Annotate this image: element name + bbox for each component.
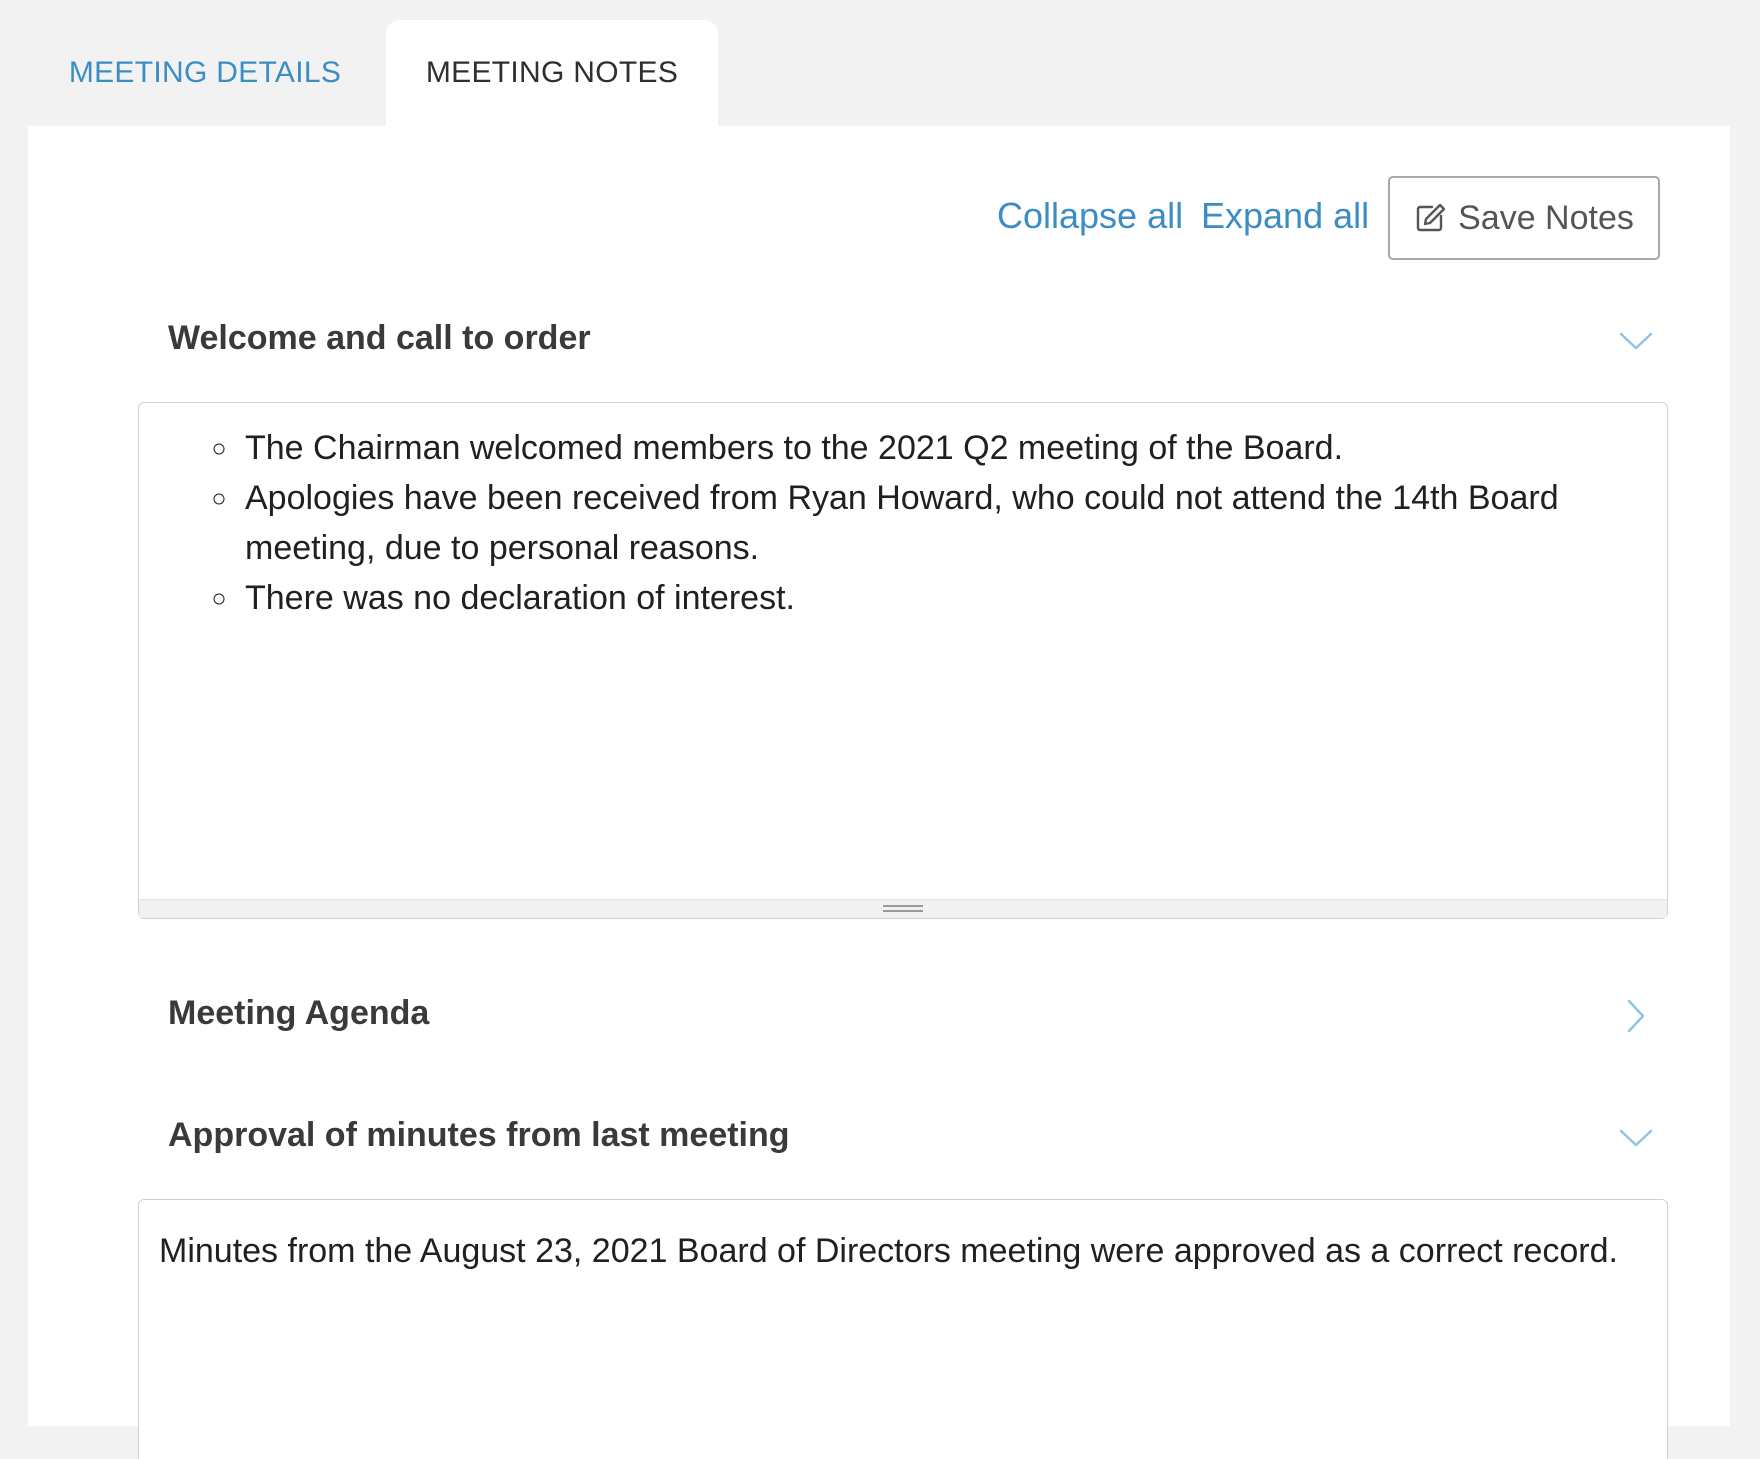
chevron-right-icon[interactable]	[1618, 998, 1654, 1034]
section-title: Approval of minutes from last meeting	[168, 1116, 790, 1154]
expand-all-link[interactable]: Expand all	[1201, 195, 1369, 237]
section-title: Meeting Agenda	[168, 994, 430, 1032]
edit-icon	[1414, 202, 1446, 234]
section-header-approval[interactable]: Approval of minutes from last meeting	[168, 1098, 1654, 1178]
resize-grip-icon	[883, 905, 923, 912]
list-item: The Chairman welcomed members to the 202…	[241, 423, 1607, 473]
editor-resize-handle[interactable]	[139, 899, 1667, 918]
list-item: There was no declaration of interest.	[241, 573, 1607, 623]
list-item: Apologies have been received from Ryan H…	[241, 473, 1607, 573]
notes-editor-approval[interactable]: Minutes from the August 23, 2021 Board o…	[138, 1199, 1668, 1459]
editor-content[interactable]: The Chairman welcomed members to the 202…	[139, 403, 1667, 900]
chevron-down-icon[interactable]	[1618, 1120, 1654, 1156]
collapse-all-link[interactable]: Collapse all	[997, 195, 1183, 237]
save-notes-button[interactable]: Save Notes	[1388, 176, 1660, 260]
chevron-down-icon[interactable]	[1618, 323, 1654, 359]
notes-editor-welcome[interactable]: The Chairman welcomed members to the 202…	[138, 402, 1668, 919]
tab-meeting-details[interactable]: MEETING DETAILS	[28, 20, 382, 126]
tab-bar: MEETING DETAILS MEETING NOTES	[0, 0, 1760, 126]
editor-content[interactable]: Minutes from the August 23, 2021 Board o…	[159, 1232, 1618, 1271]
section-title: Welcome and call to order	[168, 319, 591, 357]
section-header-welcome[interactable]: Welcome and call to order	[168, 301, 1654, 381]
tab-meeting-notes[interactable]: MEETING NOTES	[386, 20, 718, 126]
section-header-agenda[interactable]: Meeting Agenda	[168, 976, 1654, 1056]
bullet-list: The Chairman welcomed members to the 202…	[139, 403, 1667, 623]
meeting-notes-panel: Collapse all Expand all Save Notes Welco…	[28, 126, 1730, 1459]
save-notes-label: Save Notes	[1458, 198, 1634, 237]
